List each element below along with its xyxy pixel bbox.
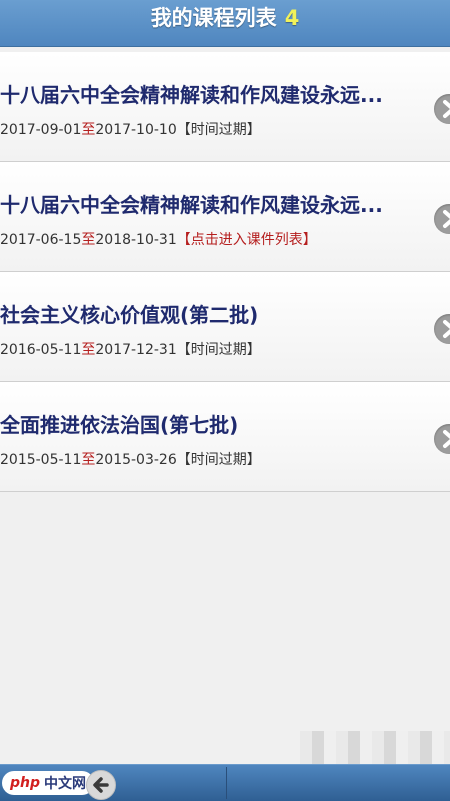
back-button[interactable] <box>86 770 116 800</box>
start-date: 2017-09-01 <box>0 122 82 138</box>
start-date: 2015-05-11 <box>0 452 82 468</box>
chevron-right-icon[interactable] <box>434 94 450 124</box>
course-item[interactable]: 十八届六中全会精神解读和作风建设永远... 2017-06-15至2018-10… <box>0 162 450 272</box>
site-logo: php 中文网 <box>2 771 95 795</box>
course-title: 社会主义核心价值观(第二批) <box>0 303 259 327</box>
toolbar-divider <box>226 767 227 799</box>
date-separator: 至 <box>81 122 96 138</box>
course-item[interactable]: 十八届六中全会精神解读和作风建设永远... 2017-09-01至2017-10… <box>0 52 450 162</box>
course-count-badge: 4 <box>284 6 300 30</box>
date-separator: 至 <box>81 342 96 358</box>
course-item[interactable]: 社会主义核心价值观(第二批) 2016-05-11至2017-12-31【时间过… <box>0 272 450 382</box>
chevron-right-icon[interactable] <box>434 314 450 344</box>
chevron-right-icon[interactable] <box>434 424 450 454</box>
course-dates: 2016-05-11至2017-12-31【时间过期】 <box>0 339 261 359</box>
course-list: 十八届六中全会精神解读和作风建设永远... 2017-09-01至2017-10… <box>0 52 450 492</box>
page-title: 我的课程列表 <box>150 6 277 30</box>
start-date: 2016-05-11 <box>0 342 82 358</box>
course-dates: 2017-06-15至2018-10-31【点击进入课件列表】 <box>0 229 317 249</box>
course-dates: 2017-09-01至2017-10-10【时间过期】 <box>0 119 261 139</box>
chevron-right-icon[interactable] <box>434 204 450 234</box>
logo-text: 中文网 <box>44 776 87 792</box>
course-dates: 2015-05-11至2015-03-26【时间过期】 <box>0 449 261 469</box>
course-title: 十八届六中全会精神解读和作风建设永远... <box>0 193 383 217</box>
page-header: 我的课程列表 4 <box>0 0 450 47</box>
start-date: 2017-06-15 <box>0 232 82 248</box>
back-arrow-icon <box>93 777 109 793</box>
course-status: 【时间过期】 <box>176 452 261 468</box>
date-separator: 至 <box>81 452 96 468</box>
course-status: 【时间过期】 <box>176 122 261 138</box>
course-title: 十八届六中全会精神解读和作风建设永远... <box>0 83 383 107</box>
date-separator: 至 <box>81 232 96 248</box>
end-date: 2017-12-31 <box>95 342 177 358</box>
end-date: 2018-10-31 <box>95 232 177 248</box>
bottom-toolbar: php 中文网 <box>0 764 450 801</box>
course-status: 【时间过期】 <box>176 342 261 358</box>
end-date: 2017-10-10 <box>95 122 177 138</box>
enter-courseware-link[interactable]: 【点击进入课件列表】 <box>177 232 317 248</box>
course-item[interactable]: 全面推进依法治国(第七批) 2015-05-11至2015-03-26【时间过期… <box>0 382 450 492</box>
logo-php: php <box>10 775 41 791</box>
end-date: 2015-03-26 <box>95 452 177 468</box>
course-title: 全面推进依法治国(第七批) <box>0 413 239 437</box>
